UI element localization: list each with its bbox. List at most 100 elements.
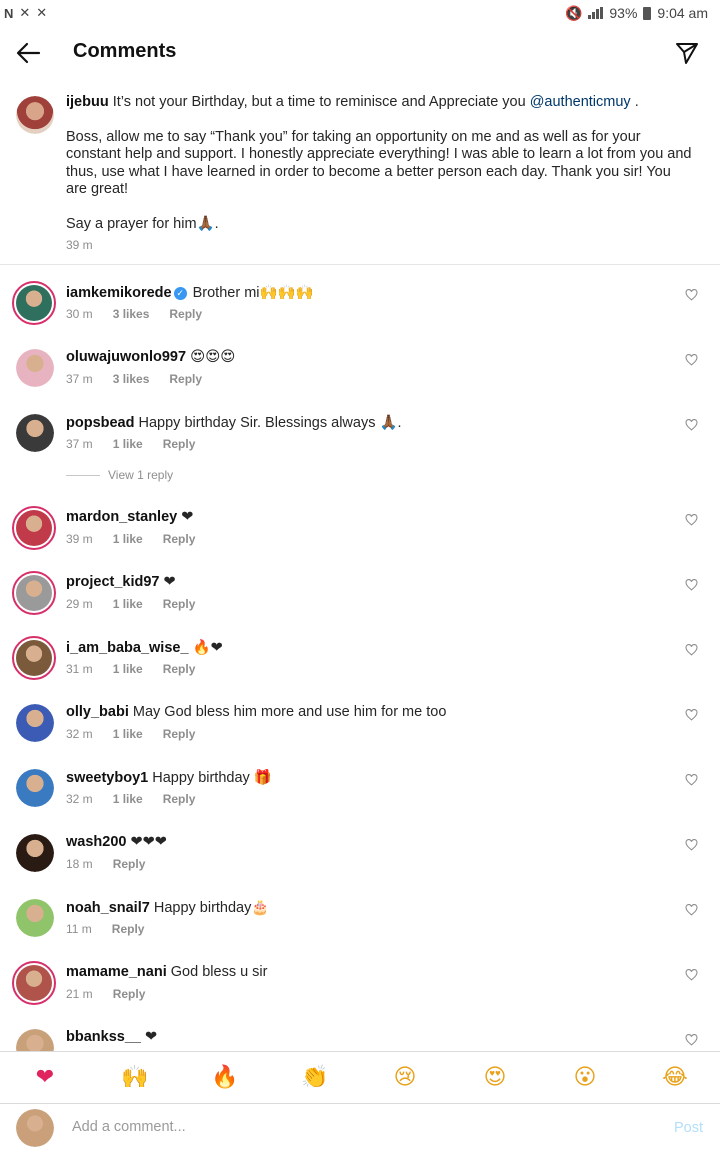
comment-time: 21 m [66, 987, 93, 1001]
comment-time: 32 m [66, 792, 93, 806]
comment-likes[interactable]: 1 like [113, 437, 143, 451]
comment-likes[interactable]: 1 like [113, 727, 143, 741]
battery-icon [643, 6, 652, 20]
view-replies-label: View 1 reply [108, 468, 174, 482]
surprised-emoji-icon[interactable]: 😮 [565, 1065, 605, 1090]
commenter-avatar[interactable] [16, 704, 54, 742]
commenter-avatar[interactable] [16, 349, 54, 387]
comment-likes[interactable]: 1 like [113, 662, 143, 676]
comment-username[interactable]: mardon_stanley [66, 509, 177, 525]
commenter-avatar[interactable] [12, 636, 56, 680]
comment-username[interactable]: mamame_nani [66, 964, 167, 980]
comment-username[interactable]: project_kid97 [66, 574, 160, 590]
comment-username[interactable]: iamkemikorede [66, 285, 172, 301]
like-heart-icon[interactable] [685, 644, 698, 656]
status-bar: N ✕ ✕ 🔇 93% 9:04 am [0, 0, 720, 26]
reply-button[interactable]: Reply [112, 922, 145, 936]
comment-username[interactable]: oluwajuwonlo997 [66, 349, 186, 365]
reply-button[interactable]: Reply [169, 307, 202, 321]
paper-plane-icon[interactable] [674, 40, 700, 66]
post-caption: ijebuu It’s not your Birthday, but a tim… [0, 90, 720, 265]
caption-username[interactable]: ijebuu [66, 94, 109, 110]
reply-button[interactable]: Reply [113, 987, 146, 1001]
comment-meta: 32 m 1 like Reply [66, 727, 215, 741]
heart-eyes-emoji-icon[interactable]: 😍 [475, 1065, 515, 1090]
comment-time: 31 m [66, 662, 93, 676]
comment-input[interactable] [72, 1114, 652, 1140]
comment-row: sweetyboy1 Happy birthday 🎁 32 m 1 like Rep… [0, 769, 720, 829]
commenter-avatar[interactable] [16, 414, 54, 452]
like-heart-icon[interactable] [685, 839, 698, 851]
comment-meta: 11 m Reply [66, 922, 164, 936]
comment-time: 29 m [66, 597, 93, 611]
fire-emoji-icon[interactable]: 🔥 [205, 1065, 245, 1090]
comment-username[interactable]: olly_babi [66, 704, 129, 720]
view-replies-link[interactable]: View 1 reply [66, 468, 173, 482]
comment-username[interactable]: popsbead [66, 415, 134, 431]
like-heart-icon[interactable] [685, 904, 698, 916]
comment-body: Happy birthday 🎁 [148, 770, 272, 786]
comment-text-line: olly_babi May God bless him more and use… [66, 704, 446, 720]
reply-divider [66, 474, 100, 476]
caption-line1: It’s not your Birthday, but a time to re… [108, 94, 530, 110]
reply-button[interactable]: Reply [163, 532, 196, 546]
verified-badge-icon: ✓ [173, 286, 187, 300]
comment-row: iamkemikorede ✓ Brother mi🙌🙌🙌 30 m 3 likes R… [0, 281, 720, 344]
crying-emoji-icon[interactable]: 😢 [385, 1065, 425, 1090]
comment-username[interactable]: i_am_baba_wise_ [66, 640, 189, 656]
commenter-avatar[interactable] [12, 961, 56, 1005]
like-heart-icon[interactable] [685, 579, 698, 591]
reply-button[interactable]: Reply [163, 662, 196, 676]
reply-button[interactable]: Reply [163, 727, 196, 741]
like-heart-icon[interactable] [685, 1034, 698, 1046]
caption-text: ijebuu It’s not your Birthday, but a tim… [66, 94, 694, 250]
comment-likes[interactable]: 1 like [113, 597, 143, 611]
laughing-emoji-icon[interactable]: 😂 [655, 1065, 695, 1090]
post-button[interactable]: Post [674, 1120, 703, 1136]
comment-text-line: noah_snail7 Happy birthday🎂 [66, 899, 269, 916]
caption-mention[interactable]: @authenticmuy [530, 94, 631, 110]
notification-icon-app: ✕ [19, 5, 31, 20]
comment-text-line: mamame_nani God bless u sir [66, 964, 268, 980]
reply-button[interactable]: Reply [163, 597, 196, 611]
like-heart-icon[interactable] [685, 969, 698, 981]
arrow-left-icon[interactable] [14, 38, 44, 68]
comment-meta: 29 m 1 like Reply [66, 597, 215, 611]
comment-username[interactable]: bbankss__ [66, 1029, 141, 1045]
comment-likes[interactable]: 1 like [113, 792, 143, 806]
reply-button[interactable]: Reply [163, 792, 196, 806]
comment-likes[interactable]: 1 like [113, 532, 143, 546]
comment-likes[interactable]: 3 likes [113, 372, 150, 386]
like-heart-icon[interactable] [685, 354, 698, 366]
comment-username[interactable]: sweetyboy1 [66, 770, 148, 786]
comment-meta: 31 m 1 like Reply [66, 662, 215, 676]
commenter-avatar[interactable] [12, 506, 56, 550]
commenter-avatar[interactable] [12, 571, 56, 615]
comment-meta: 21 m Reply [66, 987, 165, 1001]
battery-percent: 93% [609, 5, 638, 21]
comment-likes[interactable]: 3 likes [113, 307, 150, 321]
reply-button[interactable]: Reply [113, 857, 146, 871]
comment-body: Brother mi🙌🙌🙌 [188, 285, 314, 301]
comment-username[interactable]: wash200 [66, 834, 126, 850]
comment-username[interactable]: noah_snail7 [66, 900, 150, 916]
own-avatar [16, 1109, 54, 1147]
like-heart-icon[interactable] [685, 289, 698, 301]
comment-composer: Post [0, 1103, 720, 1152]
comment-time: 11 m [66, 922, 92, 936]
caption-avatar[interactable] [16, 96, 54, 134]
commenter-avatar[interactable] [16, 769, 54, 807]
commenter-avatar[interactable] [16, 834, 54, 872]
raised-hands-emoji-icon[interactable]: 🙌 [115, 1065, 155, 1090]
like-heart-icon[interactable] [685, 419, 698, 431]
like-heart-icon[interactable] [685, 774, 698, 786]
reply-button[interactable]: Reply [163, 437, 196, 451]
quick-emoji-bar: ❤ 🙌 🔥 👏 😢 😍 😮 😂 [0, 1051, 720, 1103]
commenter-avatar[interactable] [16, 899, 54, 937]
like-heart-icon[interactable] [685, 709, 698, 721]
reply-button[interactable]: Reply [169, 372, 202, 386]
clapping-emoji-icon[interactable]: 👏 [295, 1065, 335, 1090]
commenter-avatar[interactable] [12, 281, 56, 325]
heart-emoji-icon[interactable]: ❤ [25, 1065, 65, 1090]
like-heart-icon[interactable] [685, 514, 698, 526]
